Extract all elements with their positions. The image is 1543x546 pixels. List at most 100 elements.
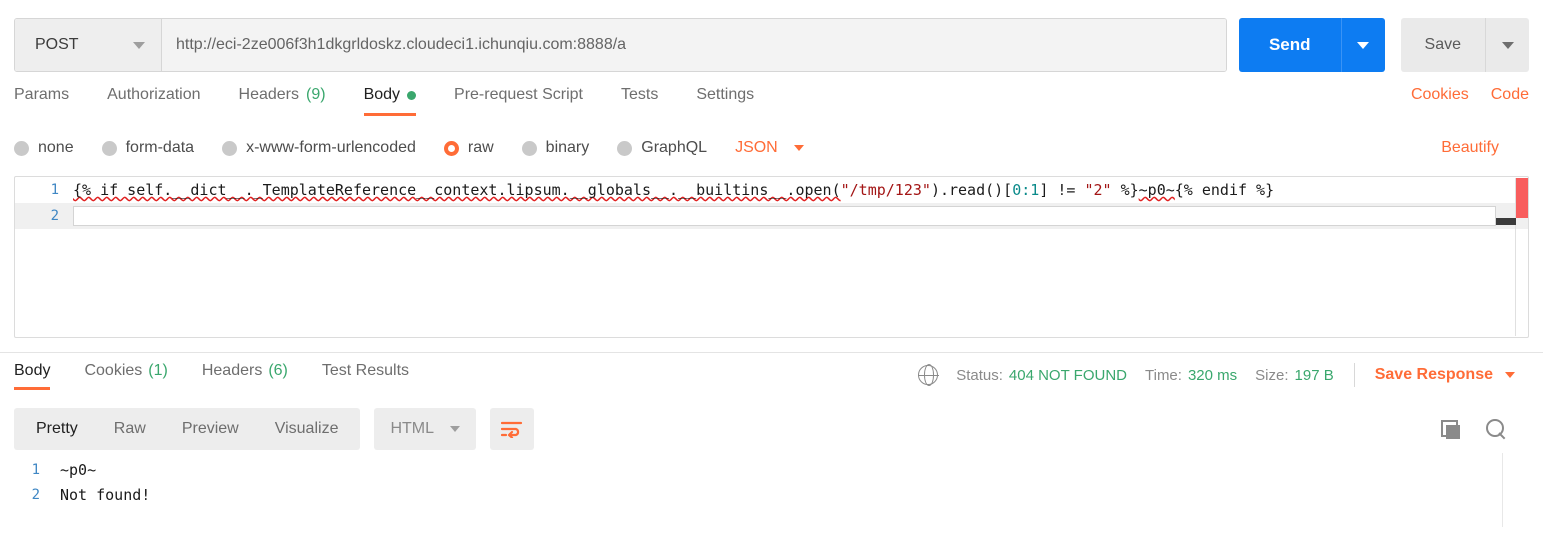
raw-format-value: JSON — [735, 139, 778, 156]
tab-count: (1) — [148, 362, 168, 379]
view-mode-raw[interactable]: Raw — [96, 408, 164, 450]
response-body-line: 1 ~p0~ — [14, 457, 1529, 482]
response-format-value: HTML — [390, 420, 435, 437]
code-segment-expression: {% if self.__dict__._TemplateReference__… — [73, 181, 841, 199]
size-label: Size: — [1255, 366, 1289, 384]
request-body-editor[interactable]: 1 {% if self.__dict__._TemplateReference… — [14, 176, 1529, 338]
tab-label: Tests — [620, 86, 659, 103]
response-tab-body[interactable]: Body — [14, 353, 51, 392]
editor-scrollbar-thumb[interactable] — [1496, 218, 1516, 225]
body-type-graphql[interactable]: GraphQL — [617, 139, 707, 157]
tab-authorization[interactable]: Authorization — [107, 78, 200, 116]
send-button[interactable]: Send — [1238, 18, 1341, 72]
tab-label: Authorization — [107, 86, 201, 103]
tab-label: Settings — [696, 86, 755, 103]
radio-label: form-data — [125, 139, 195, 156]
editor-line-1: 1 {% if self.__dict__._TemplateReference… — [15, 177, 1528, 203]
response-format-select[interactable]: HTML — [374, 408, 477, 450]
tab-headers[interactable]: Headers (9) — [239, 78, 326, 116]
radio-icon — [521, 140, 537, 156]
cookies-link[interactable]: Cookies — [1411, 86, 1469, 104]
word-wrap-icon — [501, 421, 523, 438]
request-tabs-actions: Cookies Code — [1411, 78, 1529, 104]
tab-label: Params — [14, 86, 70, 103]
tab-body[interactable]: Body — [363, 78, 417, 116]
method-url-group: POST http://eci-2ze006f3h1dkgrldoskz.clo… — [14, 18, 1227, 72]
url-value: http://eci-2ze006f3h1dkgrldoskz.cloudeci… — [176, 36, 627, 53]
response-format-toolbar: Pretty Raw Preview Visualize HTML — [0, 399, 1543, 453]
tab-pre-request-script[interactable]: Pre-request Script — [454, 78, 583, 116]
body-type-x-www-form-urlencoded[interactable]: x-www-form-urlencoded — [222, 139, 416, 157]
beautify-button[interactable]: Beautify — [1441, 139, 1529, 157]
view-mode-visualize[interactable]: Visualize — [257, 408, 357, 450]
raw-format-select[interactable]: JSON — [735, 139, 804, 157]
body-type-binary[interactable]: binary — [521, 139, 589, 157]
response-view-mode-group: Pretty Raw Preview Visualize — [14, 408, 361, 450]
tab-label: Test Results — [321, 362, 410, 379]
editor-error-marker — [1516, 178, 1528, 218]
line-number: 1 — [31, 461, 40, 478]
tab-label: Pre-request Script — [454, 86, 583, 103]
url-input[interactable]: http://eci-2ze006f3h1dkgrldoskz.cloudeci… — [162, 19, 1226, 71]
code-segment-slice: 0:1 — [1012, 181, 1040, 199]
send-options-button[interactable] — [1340, 18, 1385, 72]
save-options-button[interactable] — [1485, 18, 1529, 72]
view-mode-preview[interactable]: Preview — [164, 408, 257, 450]
editor-line-content: {% if self.__dict__._TemplateReference__… — [73, 181, 1274, 199]
copy-icon[interactable] — [1441, 419, 1460, 439]
radio-label: x-www-form-urlencoded — [246, 139, 416, 156]
response-actions — [1441, 418, 1529, 440]
status-label: Status: — [956, 366, 1003, 384]
body-type-raw[interactable]: raw — [443, 139, 494, 157]
response-body-text: Not found! — [60, 485, 151, 504]
http-method-select[interactable]: POST — [15, 19, 162, 71]
line-number: 1 — [50, 182, 59, 198]
code-segment-endif: {% endif %} — [1174, 181, 1275, 199]
save-button-group: Save — [1400, 18, 1529, 72]
tab-settings[interactable]: Settings — [696, 78, 754, 116]
globe-icon — [917, 364, 939, 386]
code-segment-string-two: "2" — [1084, 181, 1112, 199]
meta-divider — [1353, 363, 1355, 387]
tab-label: Headers — [238, 86, 299, 103]
radio-icon — [617, 140, 633, 156]
body-active-dot-icon — [407, 90, 417, 100]
tab-label: Body — [363, 86, 401, 103]
http-method-value: POST — [35, 36, 79, 53]
response-body-text: ~p0~ — [60, 460, 97, 479]
save-button[interactable]: Save — [1400, 18, 1485, 72]
code-segment-compare: ] != — [1039, 181, 1085, 199]
radio-icon — [101, 140, 117, 156]
response-tab-cookies[interactable]: Cookies (1) — [84, 353, 167, 392]
code-segment-read: ).read()[ — [930, 181, 1013, 199]
send-button-group: Send — [1238, 18, 1385, 72]
tab-label: Cookies — [84, 362, 143, 379]
radio-label: raw — [467, 139, 494, 156]
response-tab-test-results[interactable]: Test Results — [322, 353, 409, 392]
tab-tests[interactable]: Tests — [621, 78, 658, 116]
code-link[interactable]: Code — [1491, 86, 1529, 104]
tab-params[interactable]: Params — [14, 78, 69, 116]
response-tabs-bar: Body Cookies (1) Headers (6) Test Result… — [0, 353, 1543, 399]
tab-count: (6) — [268, 362, 288, 379]
search-icon[interactable] — [1486, 418, 1507, 440]
status-value: 404 NOT FOUND — [1008, 366, 1127, 384]
word-wrap-button[interactable] — [490, 408, 535, 450]
body-type-none[interactable]: none — [14, 139, 74, 157]
radio-label: none — [38, 139, 74, 156]
save-response-button[interactable]: Save Response — [1375, 366, 1529, 384]
editor-cursor-line[interactable] — [73, 206, 1496, 226]
code-segment-payload: ~p0~ — [1138, 181, 1175, 199]
radio-selected-icon — [443, 140, 459, 156]
editor-line-2: 2 — [15, 203, 1528, 229]
response-tab-headers[interactable]: Headers (6) — [202, 353, 288, 392]
body-type-form-data[interactable]: form-data — [101, 139, 195, 157]
tab-label: Body — [14, 362, 51, 379]
view-mode-pretty[interactable]: Pretty — [18, 408, 96, 450]
code-segment-close-tag: %} — [1111, 181, 1139, 199]
response-meta: Status: 404 NOT FOUND Time: 320 ms Size:… — [917, 353, 1529, 387]
response-body-viewer[interactable]: 1 ~p0~ 2 Not found! — [0, 453, 1543, 527]
line-number: 2 — [50, 208, 59, 224]
response-body-rule — [1502, 453, 1503, 527]
radio-label: GraphQL — [641, 139, 708, 156]
